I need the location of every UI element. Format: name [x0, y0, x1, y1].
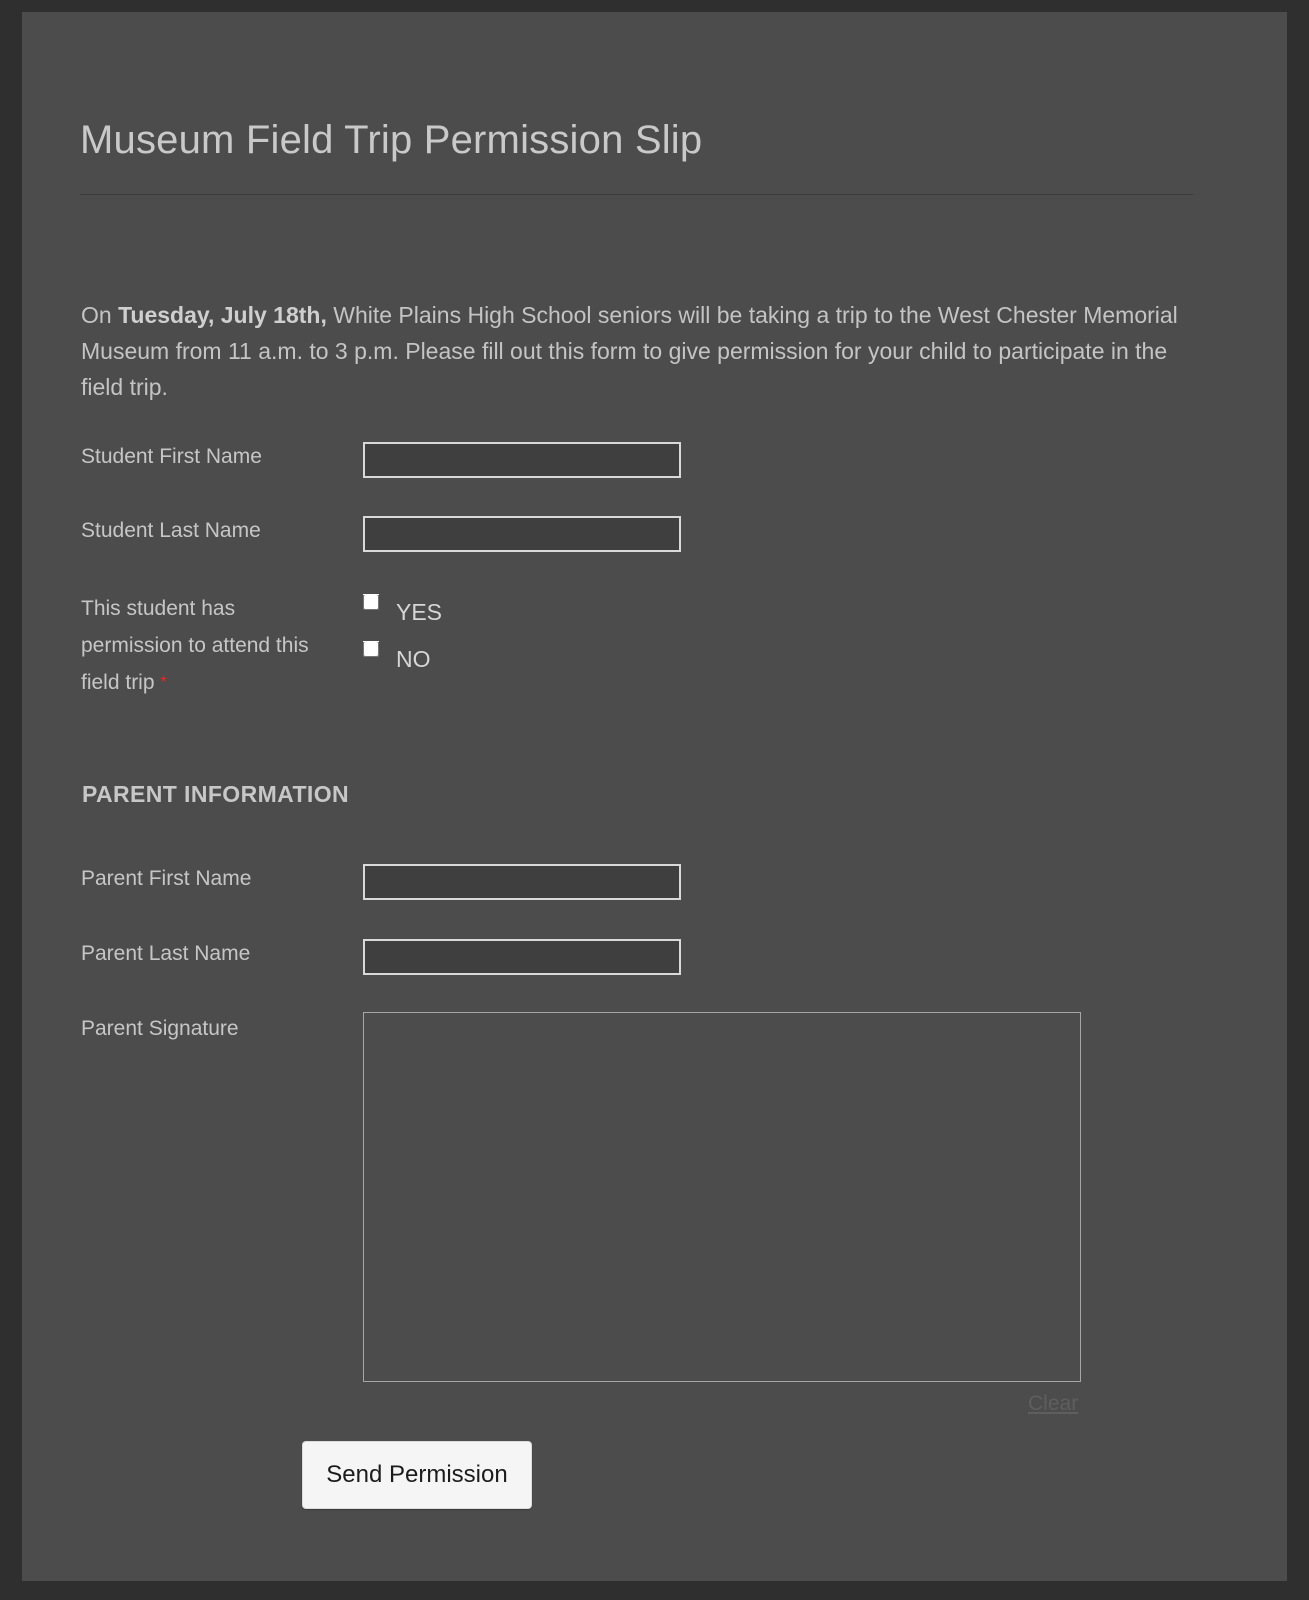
permission-yes-checkbox[interactable] [363, 594, 379, 610]
permission-form-panel: Museum Field Trip Permission Slip On Tue… [22, 12, 1287, 1581]
permission-label-text: This student has permission to attend th… [81, 597, 309, 694]
permission-no-checkbox[interactable] [363, 641, 379, 657]
page-title: Museum Field Trip Permission Slip [80, 117, 703, 162]
student-last-name-input[interactable] [363, 516, 681, 552]
parent-last-name-input[interactable] [363, 939, 681, 975]
required-asterisk: * [160, 674, 167, 691]
student-first-name-label: Student First Name [81, 445, 262, 468]
student-first-name-input[interactable] [363, 442, 681, 478]
permission-label: This student has permission to attend th… [81, 590, 331, 701]
parent-signature-label: Parent Signature [81, 1017, 239, 1040]
student-last-name-label: Student Last Name [81, 519, 261, 542]
intro-paragraph: On Tuesday, July 18th, White Plains High… [81, 297, 1196, 405]
intro-date-bold: Tuesday, July 18th, [118, 302, 327, 328]
title-divider [80, 194, 1193, 195]
section-heading-parent-information: PARENT INFORMATION [82, 781, 349, 808]
parent-first-name-label: Parent First Name [81, 867, 252, 890]
permission-no-label: NO [396, 646, 431, 672]
intro-text-before: On [81, 302, 119, 328]
send-permission-button[interactable]: Send Permission [302, 1441, 532, 1509]
signature-pad[interactable] [363, 1012, 1081, 1382]
page-frame: Museum Field Trip Permission Slip On Tue… [0, 0, 1309, 1600]
permission-yes-label: YES [396, 599, 443, 625]
parent-last-name-label: Parent Last Name [81, 942, 251, 965]
parent-first-name-input[interactable] [363, 864, 681, 900]
clear-signature-link[interactable]: Clear [1028, 1392, 1078, 1416]
